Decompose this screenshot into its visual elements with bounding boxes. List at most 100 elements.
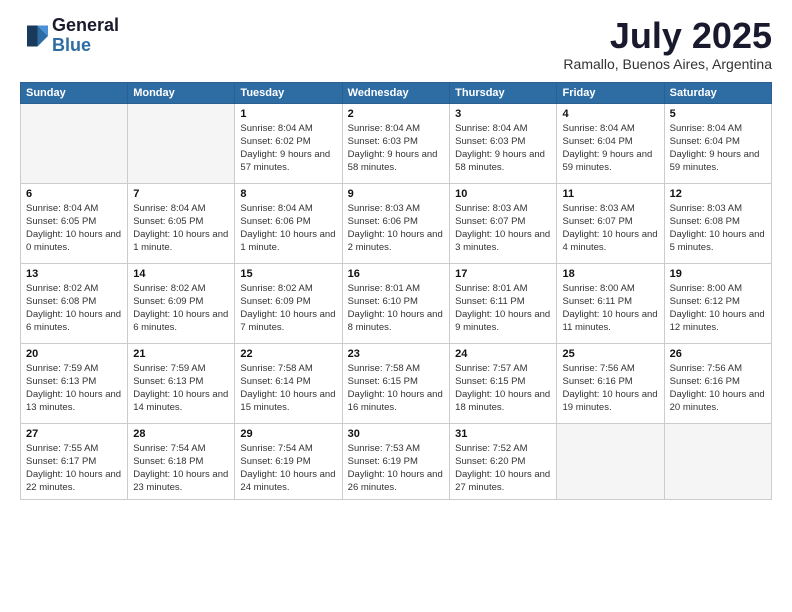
logo-icon — [20, 22, 48, 50]
title-block: July 2025 Ramallo, Buenos Aires, Argenti… — [563, 16, 772, 72]
table-row: 7Sunrise: 8:04 AM Sunset: 6:05 PM Daylig… — [128, 183, 235, 263]
day-info: Sunrise: 7:58 AM Sunset: 6:15 PM Dayligh… — [348, 362, 444, 415]
table-row: 31 Sunrise: 7:52 AM Sunset: 6:20 PM Dayli… — [450, 423, 557, 499]
table-row: 24 Sunrise: 7:57 AM Sunset: 6:15 PM Dayli… — [450, 343, 557, 423]
day-info: Sunrise: 8:04 AM Sunset: 6:03 PM Dayligh… — [455, 122, 551, 175]
day-number: 10 — [455, 188, 551, 200]
table-row: 25 Sunrise: 7:56 AM Sunset: 6:16 PM Dayli… — [557, 343, 664, 423]
day-number: 26 — [670, 348, 766, 360]
day-number: 16 — [348, 268, 444, 280]
table-row: 28 Sunrise: 7:54 AM Sunset: 6:18 PM Dayli… — [128, 423, 235, 499]
day-info: Sunrise: 8:04 AM Sunset: 6:04 PM Dayligh… — [670, 122, 766, 175]
page-header: General Blue July 2025 Ramallo, Buenos A… — [20, 16, 772, 72]
day-number: 19 — [670, 268, 766, 280]
table-row — [21, 103, 128, 183]
table-row: 30Sunrise: 7:53 AM Sunset: 6:19 PM Dayli… — [342, 423, 449, 499]
day-info: Sunrise: 8:03 AM Sunset: 6:06 PM Dayligh… — [348, 202, 444, 255]
day-info: Sunrise: 8:02 AM Sunset: 6:09 PM Dayligh… — [133, 282, 229, 335]
day-number: 24 — [455, 348, 551, 360]
day-info: Sunrise: 7:52 AM Sunset: 6:20 PM Dayligh… — [455, 442, 551, 495]
day-info: Sunrise: 8:02 AM Sunset: 6:08 PM Dayligh… — [26, 282, 122, 335]
table-row: 9 Sunrise: 8:03 AM Sunset: 6:06 PM Daylig… — [342, 183, 449, 263]
table-row: 12 Sunrise: 8:03 AM Sunset: 6:08 PM Dayli… — [664, 183, 771, 263]
table-row — [128, 103, 235, 183]
day-number: 22 — [240, 348, 336, 360]
table-row — [557, 423, 664, 499]
day-number: 28 — [133, 428, 229, 440]
col-wednesday: Wednesday — [342, 82, 449, 103]
day-info: Sunrise: 7:55 AM Sunset: 6:17 PM Dayligh… — [26, 442, 122, 495]
col-sunday: Sunday — [21, 82, 128, 103]
day-info: Sunrise: 7:59 AM Sunset: 6:13 PM Dayligh… — [26, 362, 122, 415]
day-number: 9 — [348, 188, 444, 200]
day-info: Sunrise: 8:04 AM Sunset: 6:04 PM Dayligh… — [562, 122, 658, 175]
day-number: 12 — [670, 188, 766, 200]
table-row: 16 Sunrise: 8:01 AM Sunset: 6:10 PM Dayli… — [342, 263, 449, 343]
day-info: Sunrise: 7:56 AM Sunset: 6:16 PM Dayligh… — [670, 362, 766, 415]
calendar-header-row: Sunday Monday Tuesday Wednesday Thursday… — [21, 82, 772, 103]
day-number: 25 — [562, 348, 658, 360]
day-info: Sunrise: 8:02 AM Sunset: 6:09 PM Dayligh… — [240, 282, 336, 335]
table-row: 17Sunrise: 8:01 AM Sunset: 6:11 PM Dayli… — [450, 263, 557, 343]
table-row: 27 Sunrise: 7:55 AM Sunset: 6:17 PM Dayli… — [21, 423, 128, 499]
day-number: 1 — [240, 108, 336, 120]
day-number: 15 — [240, 268, 336, 280]
col-saturday: Saturday — [664, 82, 771, 103]
day-info: Sunrise: 8:04 AM Sunset: 6:03 PM Dayligh… — [348, 122, 444, 175]
day-number: 11 — [562, 188, 658, 200]
col-friday: Friday — [557, 82, 664, 103]
month-title: July 2025 — [563, 16, 772, 56]
day-info: Sunrise: 8:03 AM Sunset: 6:07 PM Dayligh… — [562, 202, 658, 255]
day-number: 21 — [133, 348, 229, 360]
day-info: Sunrise: 8:00 AM Sunset: 6:12 PM Dayligh… — [670, 282, 766, 335]
day-number: 5 — [670, 108, 766, 120]
day-info: Sunrise: 8:04 AM Sunset: 6:06 PM Dayligh… — [240, 202, 336, 255]
calendar-table: Sunday Monday Tuesday Wednesday Thursday… — [20, 82, 772, 500]
day-info: Sunrise: 8:04 AM Sunset: 6:05 PM Dayligh… — [133, 202, 229, 255]
day-number: 23 — [348, 348, 444, 360]
table-row: 18 Sunrise: 8:00 AM Sunset: 6:11 PM Dayli… — [557, 263, 664, 343]
table-row: 13 Sunrise: 8:02 AM Sunset: 6:08 PM Dayli… — [21, 263, 128, 343]
table-row: 29 Sunrise: 7:54 AM Sunset: 6:19 PM Dayli… — [235, 423, 342, 499]
day-number: 14 — [133, 268, 229, 280]
day-number: 13 — [26, 268, 122, 280]
day-info: Sunrise: 8:04 AM Sunset: 6:05 PM Dayligh… — [26, 202, 122, 255]
table-row: 1 Sunrise: 8:04 AM Sunset: 6:02 PM Daylig… — [235, 103, 342, 183]
table-row: 15 Sunrise: 8:02 AM Sunset: 6:09 PM Dayli… — [235, 263, 342, 343]
day-number: 3 — [455, 108, 551, 120]
day-info: Sunrise: 7:54 AM Sunset: 6:19 PM Dayligh… — [240, 442, 336, 495]
day-info: Sunrise: 8:03 AM Sunset: 6:08 PM Dayligh… — [670, 202, 766, 255]
day-info: Sunrise: 7:56 AM Sunset: 6:16 PM Dayligh… — [562, 362, 658, 415]
table-row: 2 Sunrise: 8:04 AM Sunset: 6:03 PM Daylig… — [342, 103, 449, 183]
day-number: 27 — [26, 428, 122, 440]
day-number: 18 — [562, 268, 658, 280]
day-info: Sunrise: 8:01 AM Sunset: 6:10 PM Dayligh… — [348, 282, 444, 335]
table-row: 19 Sunrise: 8:00 AM Sunset: 6:12 PM Dayli… — [664, 263, 771, 343]
day-number: 29 — [240, 428, 336, 440]
day-number: 8 — [240, 188, 336, 200]
logo: General Blue — [20, 16, 119, 56]
table-row: 10 Sunrise: 8:03 AM Sunset: 6:07 PM Dayli… — [450, 183, 557, 263]
day-info: Sunrise: 7:57 AM Sunset: 6:15 PM Dayligh… — [455, 362, 551, 415]
day-number: 31 — [455, 428, 551, 440]
table-row: 14 Sunrise: 8:02 AM Sunset: 6:09 PM Dayli… — [128, 263, 235, 343]
location-subtitle: Ramallo, Buenos Aires, Argentina — [563, 56, 772, 72]
table-row: 22 Sunrise: 7:58 AM Sunset: 6:14 PM Dayli… — [235, 343, 342, 423]
day-number: 2 — [348, 108, 444, 120]
day-number: 30 — [348, 428, 444, 440]
day-info: Sunrise: 7:59 AM Sunset: 6:13 PM Dayligh… — [133, 362, 229, 415]
col-monday: Monday — [128, 82, 235, 103]
logo-line2: Blue — [52, 35, 91, 55]
table-row: 23 Sunrise: 7:58 AM Sunset: 6:15 PM Dayli… — [342, 343, 449, 423]
day-info: Sunrise: 8:01 AM Sunset: 6:11 PM Dayligh… — [455, 282, 551, 335]
day-info: Sunrise: 7:54 AM Sunset: 6:18 PM Dayligh… — [133, 442, 229, 495]
day-number: 6 — [26, 188, 122, 200]
day-info: Sunrise: 8:03 AM Sunset: 6:07 PM Dayligh… — [455, 202, 551, 255]
day-number: 4 — [562, 108, 658, 120]
table-row: 11 Sunrise: 8:03 AM Sunset: 6:07 PM Dayli… — [557, 183, 664, 263]
day-info: Sunrise: 7:58 AM Sunset: 6:14 PM Dayligh… — [240, 362, 336, 415]
day-info: Sunrise: 8:00 AM Sunset: 6:11 PM Dayligh… — [562, 282, 658, 335]
day-info: Sunrise: 8:04 AM Sunset: 6:02 PM Dayligh… — [240, 122, 336, 175]
table-row: 6 Sunrise: 8:04 AM Sunset: 6:05 PM Daylig… — [21, 183, 128, 263]
table-row: 21 Sunrise: 7:59 AM Sunset: 6:13 PM Dayli… — [128, 343, 235, 423]
